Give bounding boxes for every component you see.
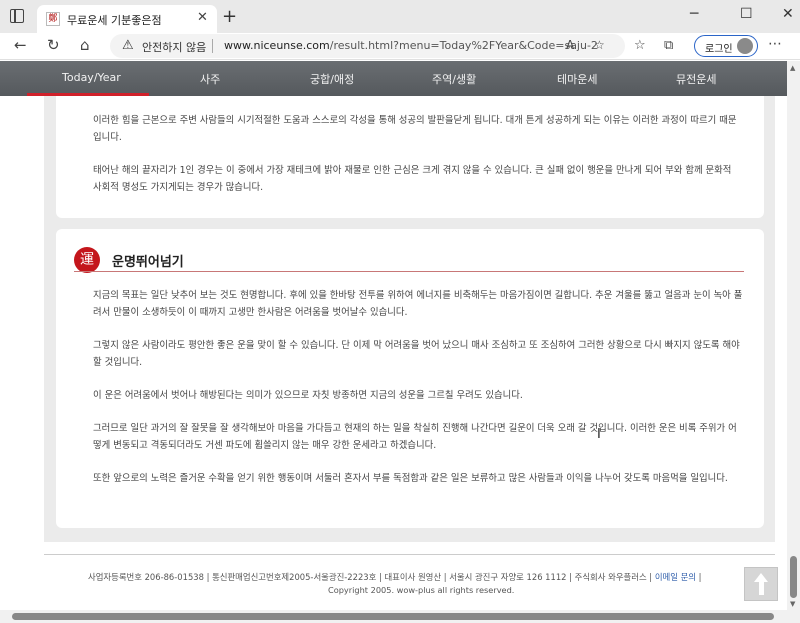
paragraph: 그러므로 일단 과거의 잘 잘못을 잘 생각해보아 마음을 가다듬고 현재의 하… — [93, 423, 737, 451]
browser-tab[interactable]: 鄭 무료운세 기분좋은점 ✕ — [37, 5, 217, 33]
address-bar[interactable]: ⚠ 안전하지 않음 www.niceunse.com/result.html?m… — [110, 34, 625, 58]
favorites-icon[interactable]: ☆ — [634, 38, 646, 53]
scroll-down-arrow-icon[interactable]: ▼ — [790, 600, 795, 608]
nav-item-saju[interactable]: 사주 — [200, 71, 220, 87]
fortune-card-overcome: 運 운명뛰어넘기 지금의 목표는 일단 낮추어 보는 것도 현명합니다. 후에 … — [56, 229, 764, 528]
refresh-icon[interactable]: ↻ — [47, 36, 60, 54]
copyright: Copyright 2005. wow-plus all rights rese… — [328, 585, 515, 595]
url-path: /result.html?menu=Today%2FYear&Code=saju… — [329, 39, 598, 52]
site-nav: Today/Year 사주 궁합/애정 주역/생활 테마운세 뮤전운세 — [0, 61, 787, 96]
login-label: 로그인 — [705, 44, 733, 55]
close-tab-icon[interactable]: ✕ — [197, 10, 208, 25]
new-tab-icon[interactable]: + — [222, 6, 237, 27]
browser-toolbar: ← ↻ ⌂ ⚠ 안전하지 않음 www.niceunse.com/result.… — [0, 33, 800, 60]
content-wrapper: 이러한 힘을 근본으로 주변 사람들의 시기적절한 도움과 스스로의 각성을 통… — [44, 96, 775, 542]
footer-info-text: 사업자등록번호 206-86-01538 | 통신판매업신고번호제2005-서울… — [88, 572, 653, 582]
footer-info-end: | — [698, 572, 702, 582]
horizontal-scrollbar[interactable] — [0, 610, 787, 623]
back-arrow-icon[interactable]: ← — [14, 36, 27, 54]
window-close-icon[interactable]: ✕ — [782, 6, 794, 22]
address-divider — [212, 39, 213, 53]
nav-item-today-year[interactable]: Today/Year — [62, 71, 121, 84]
more-options-icon[interactable]: ⋯ — [768, 36, 782, 52]
fortune-card-previous: 이러한 힘을 근본으로 주변 사람들의 시기적절한 도움과 스스로의 각성을 통… — [56, 96, 764, 218]
nav-item-theme[interactable]: 테마운세 — [557, 71, 597, 87]
scroll-to-top-button[interactable] — [744, 567, 778, 601]
home-icon[interactable]: ⌂ — [80, 36, 90, 54]
email-inquiry-link[interactable]: 이메일 문의 — [655, 572, 696, 582]
paragraph: 이 운은 어려움에서 벗어나 해방된다는 의미가 있으므로 자칫 방종하면 지금… — [93, 390, 523, 401]
url-text[interactable]: www.niceunse.com/result.html?menu=Today%… — [224, 39, 598, 52]
fortune-seal-icon: 運 — [74, 247, 100, 273]
horizontal-scroll-thumb[interactable] — [12, 613, 774, 620]
paragraph: 그렇지 않은 사람이라도 평안한 좋은 운을 맞이 할 수 있습니다. 단 이제… — [93, 340, 740, 368]
paragraph: 지금의 목표는 일단 낮추어 보는 것도 현명합니다. 후에 있을 한바탕 전투… — [93, 290, 743, 318]
profile-login-button[interactable]: 로그인 — [694, 35, 758, 57]
warning-icon[interactable]: ⚠ — [122, 38, 134, 53]
text-cursor-icon: I — [597, 427, 601, 442]
paragraph: 또한 앞으로의 노력은 즐거운 수확을 얻기 위한 행동이며 서둘러 혼자서 부… — [93, 473, 728, 484]
url-host: www.niceunse.com — [224, 39, 330, 52]
vertical-scrollbar[interactable]: ▲ ▼ — [787, 61, 800, 610]
browser-tab-bar: 鄭 무료운세 기분좋은점 ✕ + ─ ☐ ✕ — [0, 0, 800, 33]
site-favicon-icon: 鄭 — [46, 12, 60, 26]
paragraph: 이러한 힘을 근본으로 주변 사람들의 시기적절한 도움과 스스로의 각성을 통… — [93, 115, 737, 143]
tab-actions-icon[interactable] — [10, 9, 24, 23]
page-content: 이러한 힘을 근본으로 주변 사람들의 시기적절한 도움과 스스로의 각성을 통… — [0, 96, 787, 610]
scroll-up-arrow-icon[interactable]: ▲ — [790, 64, 795, 72]
section-title: 운명뛰어넘기 — [112, 255, 184, 270]
collections-icon[interactable]: ⧉ — [664, 38, 673, 53]
footer-company-info: 사업자등록번호 206-86-01538 | 통신판매업신고번호제2005-서울… — [88, 571, 702, 583]
paragraph: 태어난 해의 끝자리가 1인 경우는 이 중에서 가장 재테크에 밝아 재물로 … — [93, 165, 732, 193]
nav-item-juyeok[interactable]: 주역/생활 — [432, 71, 476, 87]
scrollbar-corner — [787, 610, 800, 623]
footer-divider — [44, 554, 775, 555]
tab-title: 무료운세 기분좋은점 — [67, 14, 162, 27]
nav-item-gunghap[interactable]: 궁합/애정 — [310, 71, 354, 87]
favorite-add-icon[interactable]: ☆ — [594, 38, 605, 52]
maximize-icon[interactable]: ☐ — [740, 6, 753, 22]
nav-item-myujeon[interactable]: 뮤전운세 — [676, 71, 716, 87]
vertical-scroll-thumb[interactable] — [790, 556, 797, 598]
not-secure-label[interactable]: 안전하지 않음 — [142, 39, 206, 55]
minimize-icon[interactable]: ─ — [690, 6, 698, 22]
read-aloud-icon[interactable]: A — [566, 38, 574, 52]
avatar — [737, 38, 753, 54]
section-divider — [74, 271, 744, 272]
